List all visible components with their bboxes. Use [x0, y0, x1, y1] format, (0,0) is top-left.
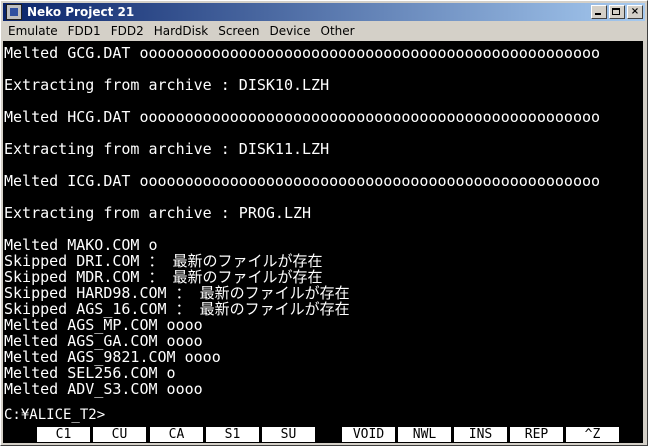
menu-other[interactable]: Other — [316, 22, 360, 40]
menu-screen[interactable]: Screen — [213, 22, 264, 40]
menu-device[interactable]: Device — [264, 22, 315, 40]
terminal-line: Melted ADV_S3.COM oooo — [4, 380, 203, 398]
terminal-line: Melted ICG.DAT ooooooooooooooooooooooooo… — [4, 172, 601, 190]
app-icon[interactable] — [6, 4, 22, 20]
emulator-screen[interactable]: C:¥ALICE_T2> C1 CU CA S1 SU VOID NWL INS REP ^Z M… — [3, 41, 643, 443]
terminal-line: Extracting from archive : DISK11.LZH — [4, 140, 330, 158]
menu-harddisk[interactable]: HardDisk — [149, 22, 214, 40]
terminal-line: Melted GCG.DAT ooooooooooooooooooooooooo… — [4, 44, 601, 62]
menu-emulate[interactable]: Emulate — [3, 22, 63, 40]
fkey-label: SU — [262, 427, 315, 442]
command-prompt: C:¥ALICE_T2> — [4, 407, 106, 423]
fkey-label: CU — [93, 427, 146, 442]
fkey-label: INS — [454, 427, 507, 442]
maximize-button[interactable] — [609, 5, 625, 19]
menu-fdd1[interactable]: FDD1 — [63, 22, 106, 40]
fkey-label: S1 — [206, 427, 259, 442]
minimize-button[interactable] — [591, 5, 607, 19]
emulator-window: Neko Project 21 × Emulate FDD1 FDD2 Hard… — [0, 0, 648, 446]
menu-bar: Emulate FDD1 FDD2 HardDisk Screen Device… — [3, 22, 645, 40]
fkey-label: NWL — [398, 427, 451, 442]
title-bar[interactable]: Neko Project 21 × — [3, 3, 645, 21]
menu-fdd2[interactable]: FDD2 — [106, 22, 149, 40]
fkey-label: VOID — [342, 427, 395, 442]
terminal-line: Melted HCG.DAT ooooooooooooooooooooooooo… — [4, 108, 601, 126]
caption-buttons: × — [589, 5, 643, 19]
terminal-line: Extracting from archive : DISK10.LZH — [4, 76, 330, 94]
fkey-label: CA — [150, 427, 203, 442]
function-key-bar: C1 CU CA S1 SU VOID NWL INS REP ^Z — [3, 427, 643, 443]
window-title: Neko Project 21 — [27, 5, 135, 19]
fkey-label: C1 — [37, 427, 90, 442]
close-button[interactable]: × — [627, 5, 643, 19]
terminal-line: Extracting from archive : PROG.LZH — [4, 204, 312, 222]
fkey-label: ^Z — [566, 427, 619, 442]
fkey-label: REP — [510, 427, 563, 442]
